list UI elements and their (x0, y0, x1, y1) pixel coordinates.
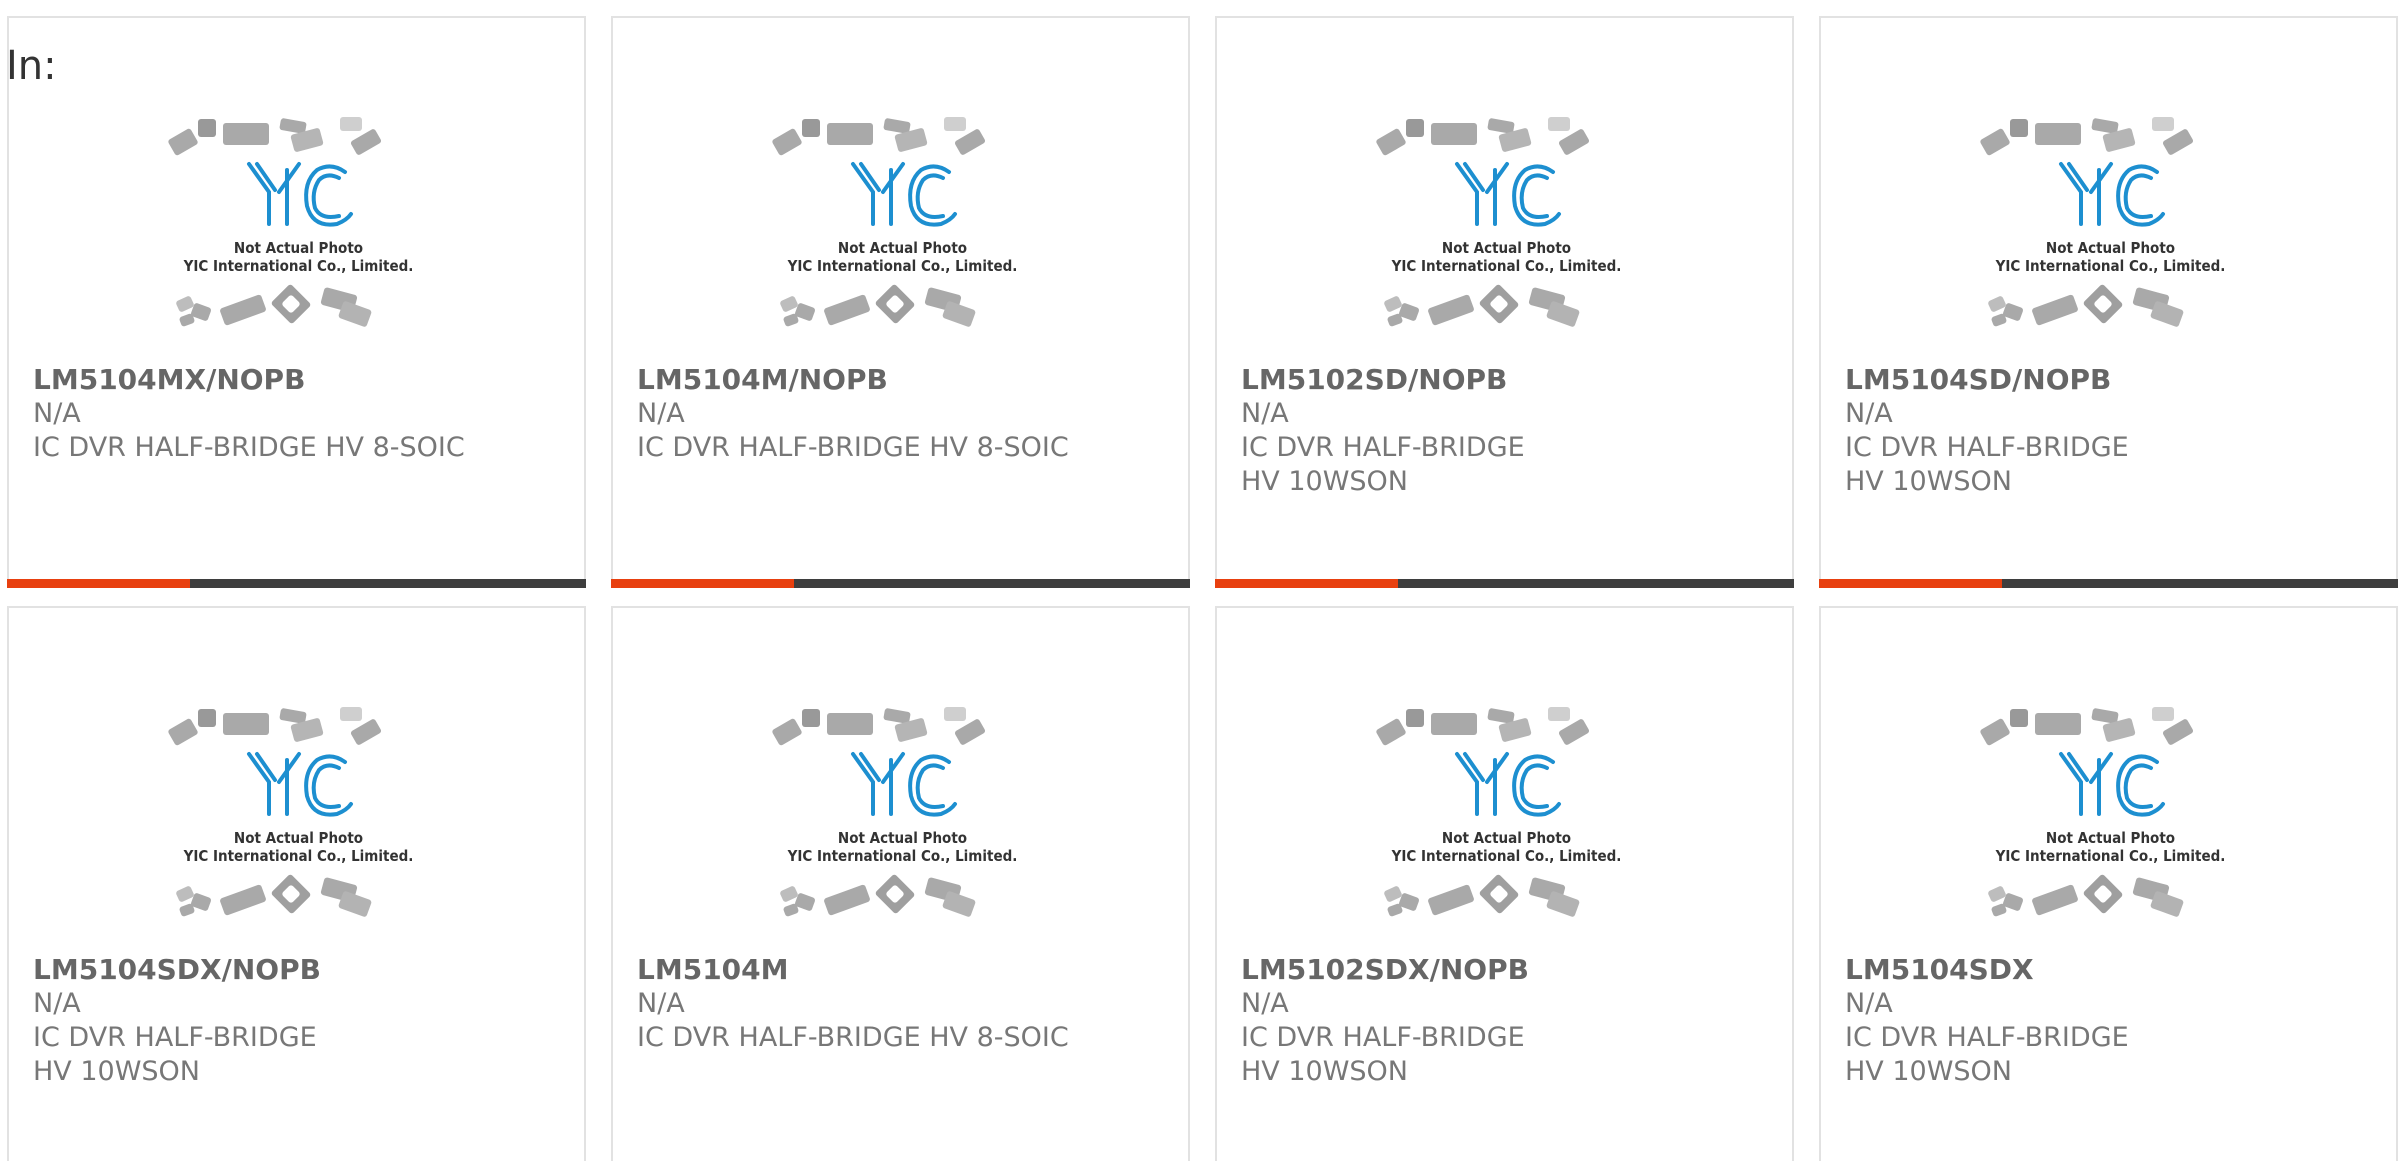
placeholder-caption-line2: YIC International Co., Limited. (183, 257, 414, 275)
product-card[interactable]: Not Actual Photo YIC International Co., L… (1215, 606, 1794, 1161)
placeholder-caption-line2: YIC International Co., Limited. (1995, 847, 2226, 865)
product-card[interactable]: Not Actual Photo YIC International Co., L… (1215, 16, 1794, 588)
placeholder-caption-line1: Not Actual Photo (1442, 829, 1571, 847)
product-card[interactable]: Not Actual Photo YIC International Co., L… (7, 606, 586, 1161)
placeholder-image: Not Actual PhotoYIC International Co., L… (772, 707, 1018, 917)
description-text: IC DVR HALF-BRIDGE HV 10WSON (1241, 432, 1525, 497)
placeholder-caption-line1: Not Actual Photo (234, 829, 363, 847)
placeholder-image: Not Actual PhotoYIC International Co., L… (1376, 117, 1622, 327)
placeholder-caption-line2: YIC International Co., Limited. (183, 847, 414, 865)
description-text: IC DVR HALF-BRIDGE HV 8-SOIC (33, 432, 465, 463)
part-number-link[interactable]: LM5102SD/NOPB (1241, 363, 1507, 397)
product-card[interactable]: Not Actual Photo YIC International Co., L… (7, 16, 586, 588)
description-text: IC DVR HALF-BRIDGE HV 8-SOIC (637, 1022, 1069, 1053)
placeholder-caption-line2: YIC International Co., Limited. (1391, 257, 1622, 275)
manufacturer-text: N/A (637, 988, 685, 1019)
manufacturer-text: N/A (1241, 988, 1289, 1019)
card-bottom-bar (1819, 579, 2398, 588)
placeholder-caption-line1: Not Actual Photo (234, 239, 363, 257)
description-text: IC DVR HALF-BRIDGE HV 8-SOIC (637, 432, 1069, 463)
placeholder-image: Not Actual PhotoYIC International Co., L… (168, 707, 414, 917)
placeholder-image: Not Actual PhotoYIC International Co., L… (1980, 117, 2226, 327)
product-thumbnail[interactable]: Not Actual Photo YIC International Co., L… (1369, 696, 1644, 966)
description-text: IC DVR HALF-BRIDGE HV 10WSON (1241, 1022, 1525, 1087)
description-text: IC DVR HALF-BRIDGE HV 10WSON (1845, 1022, 2129, 1087)
manufacturer-text: N/A (33, 398, 81, 429)
part-number-link[interactable]: LM5102SDX/NOPB (1241, 953, 1529, 987)
product-thumbnail[interactable]: Not Actual Photo YIC International Co., L… (161, 106, 436, 376)
card-accent-bar (7, 579, 190, 588)
card-accent-bar (611, 579, 794, 588)
description-text: IC DVR HALF-BRIDGE HV 10WSON (1845, 432, 2129, 497)
card-bottom-bar (1215, 579, 1794, 588)
product-thumbnail[interactable]: Not Actual Photo YIC International Co., L… (1369, 106, 1644, 376)
part-number-link[interactable]: LM5104M (637, 953, 789, 987)
manufacturer-text: N/A (1845, 988, 1893, 1019)
manufacturer-text: N/A (637, 398, 685, 429)
manufacturer-text: N/A (33, 988, 81, 1019)
manufacturer-text: N/A (1845, 398, 1893, 429)
product-thumbnail[interactable]: Not Actual Photo YIC International Co., L… (765, 696, 1040, 966)
product-card[interactable]: Not Actual Photo YIC International Co., L… (1819, 16, 2398, 588)
placeholder-caption-line2: YIC International Co., Limited. (787, 257, 1018, 275)
page: In: Not Actual Photo YIC International Co… (0, 0, 2398, 1161)
placeholder-image: Not Actual PhotoYIC International Co., L… (1980, 707, 2226, 917)
product-thumbnail[interactable]: Not Actual Photo YIC International Co., L… (765, 106, 1040, 376)
card-accent-bar (1215, 579, 1398, 588)
placeholder-image: Not Actual PhotoYIC International Co., L… (1376, 707, 1622, 917)
placeholder-caption-line1: Not Actual Photo (838, 239, 967, 257)
filter-label: In: (6, 43, 57, 89)
placeholder-caption-line1: Not Actual Photo (1442, 239, 1571, 257)
placeholder-caption-line1: Not Actual Photo (2046, 239, 2175, 257)
placeholder-caption-line2: YIC International Co., Limited. (1391, 847, 1622, 865)
description-text: IC DVR HALF-BRIDGE HV 10WSON (33, 1022, 317, 1087)
product-thumbnail[interactable]: Not Actual Photo YIC International Co., L… (1973, 106, 2248, 376)
product-thumbnail[interactable]: Not Actual Photo YIC International Co., L… (161, 696, 436, 966)
part-number-link[interactable]: LM5104SDX (1845, 953, 2034, 987)
card-bottom-bar (7, 579, 586, 588)
placeholder-image: Not Actual PhotoYIC International Co., L… (772, 117, 1018, 327)
placeholder-caption-line2: YIC International Co., Limited. (787, 847, 1018, 865)
placeholder-caption-line2: YIC International Co., Limited. (1995, 257, 2226, 275)
product-thumbnail[interactable]: Not Actual Photo YIC International Co., L… (1973, 696, 2248, 966)
card-accent-bar (1819, 579, 2002, 588)
placeholder-image: Not Actual PhotoYIC International Co., L… (168, 117, 414, 327)
product-grid: Not Actual Photo YIC International Co., L… (7, 16, 2398, 1161)
part-number-link[interactable]: LM5104SDX/NOPB (33, 953, 321, 987)
product-card[interactable]: Not Actual Photo YIC International Co., L… (611, 606, 1190, 1161)
part-number-link[interactable]: LM5104M/NOPB (637, 363, 888, 397)
manufacturer-text: N/A (1241, 398, 1289, 429)
part-number-link[interactable]: LM5104SD/NOPB (1845, 363, 2111, 397)
product-card[interactable]: Not Actual Photo YIC International Co., L… (1819, 606, 2398, 1161)
placeholder-caption-line1: Not Actual Photo (2046, 829, 2175, 847)
part-number-link[interactable]: LM5104MX/NOPB (33, 363, 305, 397)
product-card[interactable]: Not Actual Photo YIC International Co., L… (611, 16, 1190, 588)
card-bottom-bar (611, 579, 1190, 588)
placeholder-caption-line1: Not Actual Photo (838, 829, 967, 847)
